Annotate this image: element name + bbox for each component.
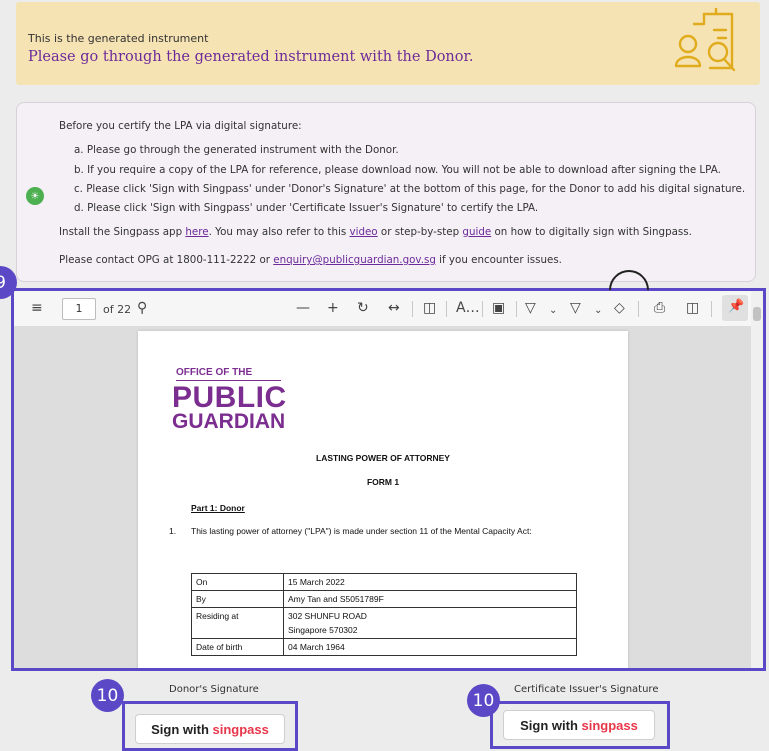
pdf-viewer[interactable]: ≡ 1 of 22 ⚲ — + ↻ ↔ ◫ A… ▣ ▽ ⌄ ▽ ⌄ ◇ ⎙ ◫… [11,288,766,671]
table-value: 15 March 2022 [283,573,577,591]
document-title: LASTING POWER OF ATTORNEY [316,453,450,463]
toolbar-divider [516,301,517,317]
instruction-item-b: b. If you require a copy of the LPA for … [74,164,721,176]
page-total: of 22 [103,303,132,316]
callout-badge-10-issuer: 10 [467,684,500,717]
logo-office-of-the: OFFICE OF THE [176,367,253,378]
contact-text-1: Please contact OPG at 1800-111-2222 or [59,254,274,266]
toolbar-divider [482,301,483,317]
install-singpass-text: Install the Singpass app here. You may a… [59,226,692,238]
toolbar-divider [412,301,413,317]
document-search-icon [674,8,736,72]
table-key: Residing at [191,607,284,639]
email-link[interactable]: enquiry@publicguardian.gov.sg [273,254,436,266]
contact-text: Please contact OPG at 1800-111-2222 or e… [59,254,562,266]
here-link[interactable]: here [185,226,208,238]
highlight-icon[interactable]: ▽ [570,300,581,316]
address-line-1: 302 SHUNFU ROAD [288,611,367,621]
issuer-signature-label: Certificate Issuer's Signature [514,684,659,695]
clause-number: 1. [169,526,177,536]
zoom-in-icon[interactable]: + [327,300,339,316]
table-key: By [191,590,284,608]
contact-text-2: if you encounter issues. [435,254,562,266]
rotate-icon[interactable]: ↻ [357,300,369,316]
toolbar-divider [711,301,712,317]
address-line-2: Singapore 570302 [288,625,358,635]
table-value: 04 March 1964 [283,638,577,656]
install-text-1: Install the Singpass app [59,226,186,238]
instruction-item-c: c. Please click 'Sign with Singpass' und… [74,183,746,195]
donor-sign-with-singpass-button[interactable]: Sign with singpass [135,714,285,744]
save-icon[interactable]: ◫ [686,300,699,316]
singpass-brand: singpass [212,721,269,737]
table-key: Date of birth [191,638,284,656]
instructions-intro: Before you certify the LPA via digital s… [59,120,302,132]
install-text-4: on how to digitally sign with Singpass. [491,226,692,238]
search-icon[interactable]: ⚲ [137,300,147,316]
singpass-brand: singpass [581,717,638,733]
pin-icon: 📌 [728,299,745,314]
table-row: Date of birth 04 March 1964 [191,638,577,656]
sign-with-label: Sign with [520,717,578,733]
guide-link[interactable]: guide [462,226,491,238]
lightbulb-icon: ☀ [26,187,44,205]
table-key: On [191,573,284,591]
read-aloud-icon[interactable]: A… [456,300,480,316]
donor-details-table: On 15 March 2022 By Amy Tan and S5051789… [191,573,577,656]
clause-text: This lasting power of attorney ("LPA") i… [191,526,532,536]
logo-guardian: GUARDIAN [172,410,286,433]
issuer-sign-with-singpass-button[interactable]: Sign with singpass [503,710,655,740]
zoom-out-icon[interactable]: — [296,300,310,316]
table-row: Residing at 302 SHUNFU ROAD Singapore 570… [191,607,577,639]
issuer-signature-highlight: Sign with singpass [490,701,670,749]
fit-width-icon[interactable]: ↔ [388,300,400,316]
donor-signature-highlight: Sign with singpass [122,701,298,751]
sign-with-label: Sign with [151,721,209,737]
instructions-card: ☀ Before you certify the LPA via digital… [16,102,756,282]
instruction-item-d: d. Please click 'Sign with Singpass' und… [74,202,539,214]
toolbar-divider [446,301,447,317]
banner-subtitle: This is the generated instrument [28,32,209,45]
vertical-scrollbar[interactable] [751,291,763,668]
callout-badge-10-donor: 10 [91,679,124,712]
draw-icon[interactable]: ▽ [525,300,536,316]
pdf-toolbar: ≡ 1 of 22 ⚲ — + ↻ ↔ ◫ A… ▣ ▽ ⌄ ▽ ⌄ ◇ ⎙ ◫… [14,291,763,327]
page-number-input[interactable]: 1 [62,298,96,320]
banner-title: Please go through the generated instrume… [28,49,474,65]
table-value: 302 SHUNFU ROAD Singapore 570302 [283,607,577,639]
pin-toolbar-button[interactable]: 📌 [722,295,748,321]
instruction-item-a: a. Please go through the generated instr… [74,144,399,156]
scrollbar-thumb[interactable] [753,307,761,321]
part-heading: Part 1: Donor [191,503,245,513]
table-row: On 15 March 2022 [191,573,577,591]
print-icon[interactable]: ⎙ [654,300,665,316]
page-view-icon[interactable]: ◫ [423,300,436,316]
text-box-icon[interactable]: ▣ [492,300,505,316]
pdf-page: OFFICE OF THE PUBLIC GUARDIAN LASTING PO… [138,331,628,668]
chevron-down-icon[interactable]: ⌄ [594,303,602,319]
instrument-banner: This is the generated instrument Please … [16,2,760,85]
document-form: FORM 1 [366,477,400,487]
donor-signature-label: Donor's Signature [169,684,259,695]
install-text-3: or step-by-step [377,226,463,238]
contents-icon[interactable]: ≡ [31,300,43,316]
table-row: By Amy Tan and S5051789F [191,590,577,608]
table-value: Amy Tan and S5051789F [283,590,577,608]
video-link[interactable]: video [349,226,377,238]
logo-public: PUBLIC [172,381,287,414]
chevron-down-icon[interactable]: ⌄ [549,303,557,319]
install-text-2: . You may also refer to this [208,226,350,238]
